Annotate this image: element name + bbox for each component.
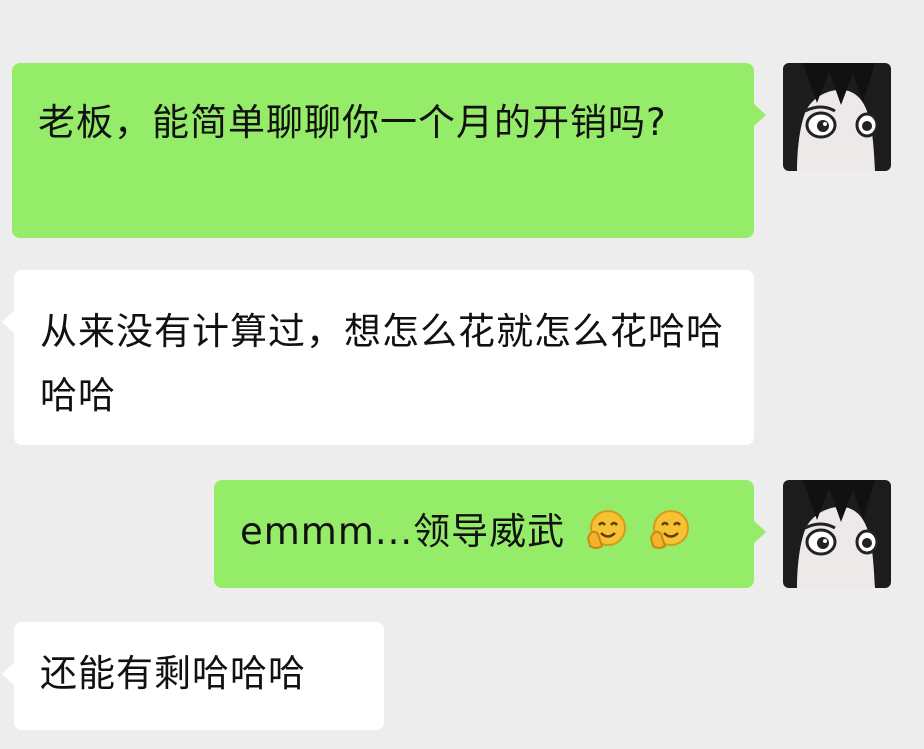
message-text: 老板，能简单聊聊你一个月的开销吗? — [38, 101, 667, 144]
message-text-row: emmm...领导威武 — [240, 500, 734, 564]
avatar[interactable] — [783, 480, 891, 588]
avatar[interactable] — [783, 63, 891, 171]
message-bubble-sent[interactable]: 老板，能简单聊聊你一个月的开销吗? — [12, 63, 766, 238]
avatar-image — [783, 480, 891, 588]
avatar-image — [783, 63, 891, 171]
message-bubble-received[interactable]: 从来没有计算过，想怎么花就怎么花哈哈哈哈 — [2, 270, 754, 445]
message-bubble-received[interactable]: 还能有剩哈哈哈 — [2, 622, 384, 730]
message-text: 还能有剩哈哈哈 — [40, 652, 306, 695]
chat-screen: 老板，能简单聊聊你一个月的开销吗? 从来没有计算过，想怎么花就怎么花哈哈哈哈 e… — [0, 0, 924, 749]
clapping-smile-emoji-icon — [649, 510, 689, 549]
message-text: 从来没有计算过，想怎么花就怎么花哈哈哈哈 — [40, 310, 724, 417]
clapping-smile-emoji-icon — [586, 510, 626, 549]
message-text: emmm...领导威武 — [240, 510, 566, 553]
chat-timestamp — [0, 0, 760, 6]
message-bubble-sent[interactable]: emmm...领导威武 — [214, 480, 766, 588]
